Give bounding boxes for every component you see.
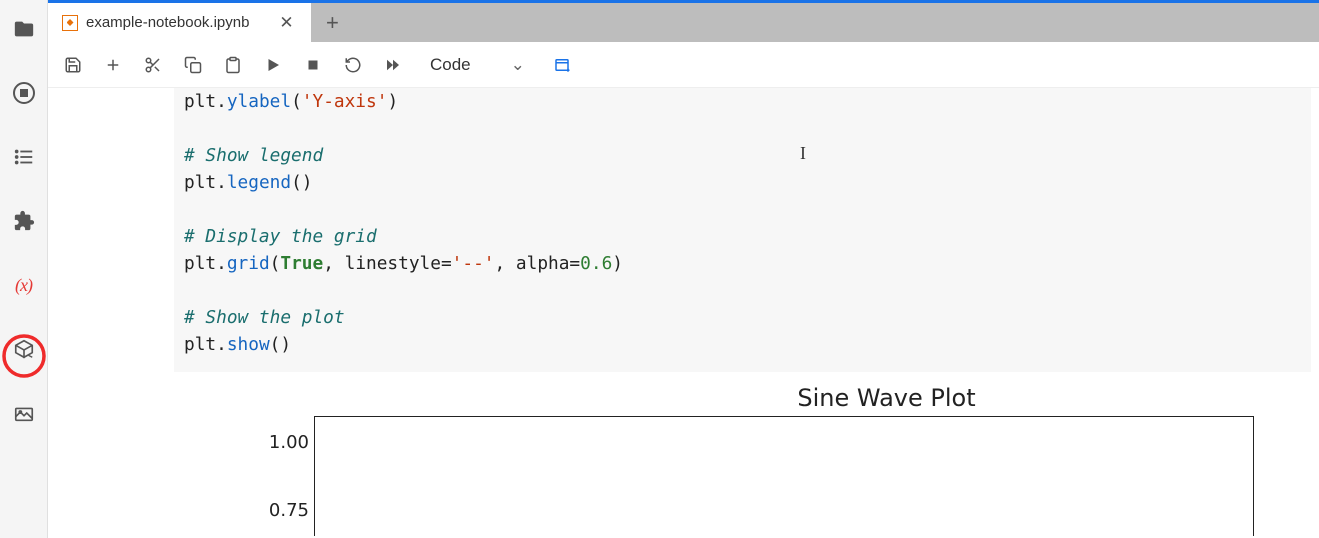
variable-inspector-icon[interactable]: (x) bbox=[13, 274, 35, 296]
code-text: () bbox=[270, 334, 291, 355]
code-text: ( bbox=[270, 253, 281, 274]
tab-bar: example-notebook.ipynb ✕ + bbox=[48, 0, 1319, 42]
plot-box bbox=[314, 416, 1254, 536]
code-text: ( bbox=[291, 91, 302, 112]
code-text: , alpha= bbox=[495, 253, 581, 274]
running-kernels-icon[interactable] bbox=[13, 82, 35, 104]
code-text: , linestyle= bbox=[323, 253, 451, 274]
run-button[interactable] bbox=[264, 56, 282, 74]
code-fn: legend bbox=[227, 172, 291, 193]
notebook-file-icon bbox=[62, 15, 78, 31]
tab-close-button[interactable]: ✕ bbox=[275, 12, 297, 34]
sine-line bbox=[315, 447, 1254, 536]
toc-icon[interactable] bbox=[13, 146, 35, 168]
code-fn: grid bbox=[227, 253, 270, 274]
y-tick-label: 0.75 bbox=[249, 500, 309, 521]
code-str: '--' bbox=[452, 253, 495, 274]
chevron-down-icon: ⌄ bbox=[511, 55, 525, 75]
code-fn: show bbox=[227, 334, 270, 355]
chart-title: Sine Wave Plot bbox=[454, 384, 1319, 412]
code-text: ) bbox=[387, 91, 398, 112]
folder-icon[interactable] bbox=[13, 18, 35, 40]
code-cell[interactable]: plt.ylabel('Y-axis') # Show legend plt.l… bbox=[174, 88, 1311, 372]
tab-notebook[interactable]: example-notebook.ipynb ✕ bbox=[48, 3, 311, 42]
text-cursor-icon: I bbox=[800, 140, 806, 167]
code-num: 0.6 bbox=[580, 253, 612, 274]
extensions-icon[interactable] bbox=[13, 210, 35, 232]
restart-run-all-button[interactable] bbox=[384, 56, 402, 74]
cell-output: Sine Wave Plot 1.00 0.75 bbox=[174, 384, 1319, 412]
copy-button[interactable] bbox=[184, 56, 202, 74]
activity-bar: (x) bbox=[0, 0, 48, 538]
code-text: plt. bbox=[184, 172, 227, 193]
code-text: () bbox=[291, 172, 312, 193]
insert-cell-button[interactable] bbox=[104, 56, 122, 74]
code-fn: ylabel bbox=[227, 91, 291, 112]
restart-button[interactable] bbox=[344, 56, 362, 74]
main-area: example-notebook.ipynb ✕ + bbox=[48, 0, 1319, 538]
code-str: 'Y-axis' bbox=[302, 91, 388, 112]
y-tick-label: 1.00 bbox=[249, 432, 309, 453]
package-icon[interactable] bbox=[13, 338, 35, 360]
tab-title: example-notebook.ipynb bbox=[86, 14, 249, 31]
paste-button[interactable] bbox=[224, 56, 242, 74]
image-icon[interactable] bbox=[13, 402, 35, 424]
cell-type-selector[interactable]: Code ⌄ bbox=[424, 55, 531, 75]
interrupt-button[interactable] bbox=[304, 56, 322, 74]
code-kw: True bbox=[280, 253, 323, 274]
code-text: plt. bbox=[184, 91, 227, 112]
new-tab-button[interactable]: + bbox=[311, 3, 353, 42]
notebook-toolbar: Code ⌄ bbox=[48, 42, 1319, 88]
code-text: ) bbox=[612, 253, 623, 274]
code-text: plt. bbox=[184, 253, 227, 274]
code-text: plt. bbox=[184, 334, 227, 355]
cut-button[interactable] bbox=[144, 56, 162, 74]
code-comment: # Display the grid bbox=[184, 226, 377, 247]
cell-type-label: Code bbox=[430, 55, 471, 75]
code-comment: # Show legend bbox=[184, 145, 323, 166]
save-button[interactable] bbox=[64, 56, 82, 74]
notebook-body: plt.ylabel('Y-axis') # Show legend plt.l… bbox=[48, 88, 1319, 538]
render-button[interactable] bbox=[553, 56, 571, 74]
code-comment: # Show the plot bbox=[184, 307, 345, 328]
